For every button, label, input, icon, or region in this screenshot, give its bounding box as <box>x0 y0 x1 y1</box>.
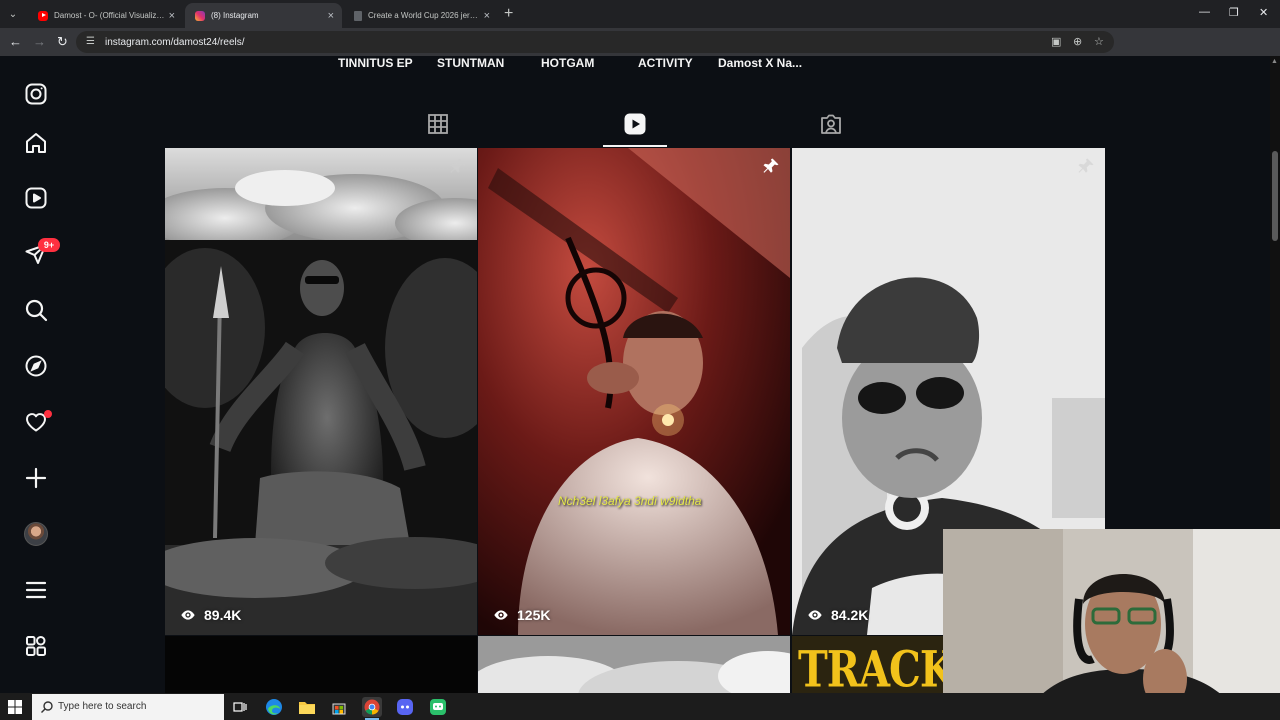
pinned-icon <box>763 158 779 173</box>
more-menu-icon[interactable] <box>22 576 50 604</box>
edge-browser-icon[interactable] <box>264 697 284 717</box>
reel-statue-image <box>165 148 477 635</box>
close-icon[interactable]: × <box>169 10 175 22</box>
reels-tab-icon[interactable] <box>623 112 647 136</box>
messages-badge: 9+ <box>38 238 60 252</box>
webcam-person-image <box>943 529 1280 720</box>
tab-world-cup[interactable]: Create a World Cup 2026 jersey × <box>344 3 498 28</box>
profile-avatar-nav[interactable] <box>24 522 48 546</box>
taskbar-search-box[interactable]: Type here to search <box>32 694 224 720</box>
chat-app-icon[interactable] <box>428 697 448 717</box>
view-count-text: 89.4K <box>204 607 242 623</box>
eye-icon <box>808 610 822 620</box>
sidebar-nav: 9+ <box>0 56 72 693</box>
view-count: 84.2K <box>807 607 868 623</box>
forward-icon[interactable]: → <box>33 34 46 50</box>
task-view-icon[interactable] <box>230 697 250 717</box>
scroll-thumb[interactable] <box>1272 151 1278 241</box>
highlight-hotgam[interactable]: HOTGAM <box>541 56 594 70</box>
notification-dot <box>44 410 52 418</box>
view-count: 89.4K <box>180 607 241 623</box>
eye-icon <box>494 610 508 620</box>
instagram-logo-icon[interactable] <box>22 80 50 108</box>
highlight-tinnitus-ep[interactable]: TINNITUS EP <box>338 56 413 70</box>
explore-compass-icon[interactable] <box>22 352 50 380</box>
reload-icon[interactable]: ↻ <box>57 34 68 50</box>
highlight-stuntman[interactable]: STUNTMAN <box>437 56 504 70</box>
chrome-browser-icon[interactable] <box>362 697 382 717</box>
reel-clouds-image <box>478 636 790 693</box>
reel-caption: Nch3el l3afya 3ndi w9idtha <box>558 494 702 508</box>
also-from-meta-icon[interactable] <box>22 632 50 660</box>
reels-icon[interactable] <box>22 184 50 212</box>
install-app-icon[interactable]: ▣ <box>1051 35 1061 48</box>
close-window-icon[interactable]: ✕ <box>1259 6 1268 19</box>
reel-red-room-image <box>478 148 790 635</box>
pinned-icon <box>450 158 466 173</box>
tab-title: Create a World Cup 2026 jersey <box>368 11 480 20</box>
scroll-up-arrow[interactable]: ▲ <box>1271 58 1278 65</box>
eye-icon <box>181 610 195 620</box>
tab-search-button[interactable]: ⌄ <box>4 5 22 23</box>
back-icon[interactable]: ← <box>9 34 22 50</box>
close-icon[interactable]: × <box>328 10 334 22</box>
tab-instagram[interactable]: (8) Instagram × <box>185 3 342 28</box>
view-count-text: 125K <box>517 607 551 623</box>
new-tab-button[interactable]: + <box>504 5 513 23</box>
taskbar-search-placeholder: Type here to search <box>58 701 147 712</box>
windows-taskbar: Type here to search <box>0 693 1280 720</box>
webcam-overlay <box>943 529 1280 720</box>
browser-toolbar: ← → ↻ ☰ instagram.com/damost24/reels/ ▣ … <box>0 28 1280 77</box>
url-text: instagram.com/damost24/reels/ <box>105 37 245 48</box>
highlight-activity[interactable]: ACTIVITY <box>638 56 693 70</box>
bookmark-star-icon[interactable]: ☆ <box>1094 35 1104 48</box>
reel-thumbnail[interactable]: 89.4K <box>165 148 477 635</box>
document-icon <box>354 10 362 21</box>
zoom-icon[interactable]: ⊕ <box>1073 35 1082 48</box>
story-highlights: TINNITUS EP STUNTMAN HOTGAM ACTIVITY Dam… <box>0 56 1280 72</box>
highlight-damost-x-na[interactable]: Damost X Na... <box>718 56 802 70</box>
close-icon[interactable]: × <box>484 10 490 22</box>
discord-icon[interactable] <box>395 697 415 717</box>
tab-title: Damost - O- (Official Visualizer) <box>54 11 165 20</box>
create-plus-icon[interactable] <box>22 464 50 492</box>
home-icon[interactable] <box>22 129 50 157</box>
youtube-icon <box>38 10 48 21</box>
view-count: 125K <box>493 607 550 623</box>
tagged-icon[interactable] <box>819 112 843 136</box>
reel-thumbnail[interactable]: Nch3el l3afya 3ndi w9idtha 125K <box>478 148 790 635</box>
profile-tabs <box>165 108 1105 148</box>
browser-tab-bar: ⌄ Damost - O- (Official Visualizer) × (8… <box>0 0 1280 28</box>
active-tab-indicator <box>603 145 667 147</box>
microsoft-store-icon[interactable] <box>329 697 349 717</box>
restore-icon[interactable]: ❐ <box>1229 6 1239 19</box>
file-explorer-icon[interactable] <box>297 697 317 717</box>
site-info-icon[interactable]: ☰ <box>86 36 95 47</box>
tab-youtube[interactable]: Damost - O- (Official Visualizer) × <box>28 3 183 28</box>
reel-thumbnail[interactable] <box>478 636 790 693</box>
pinned-icon <box>1078 158 1094 173</box>
windows-start-icon[interactable] <box>8 700 22 714</box>
minimize-icon[interactable]: — <box>1199 6 1210 18</box>
search-icon <box>41 701 53 713</box>
search-icon[interactable] <box>22 296 50 324</box>
reel-thumbnail[interactable] <box>165 636 477 693</box>
instagram-icon <box>195 10 205 21</box>
tab-title: (8) Instagram <box>211 11 259 20</box>
address-bar[interactable]: ☰ instagram.com/damost24/reels/ ▣ ⊕ ☆ <box>76 31 1114 53</box>
view-count-text: 84.2K <box>831 607 869 623</box>
posts-grid-icon[interactable] <box>426 112 450 136</box>
